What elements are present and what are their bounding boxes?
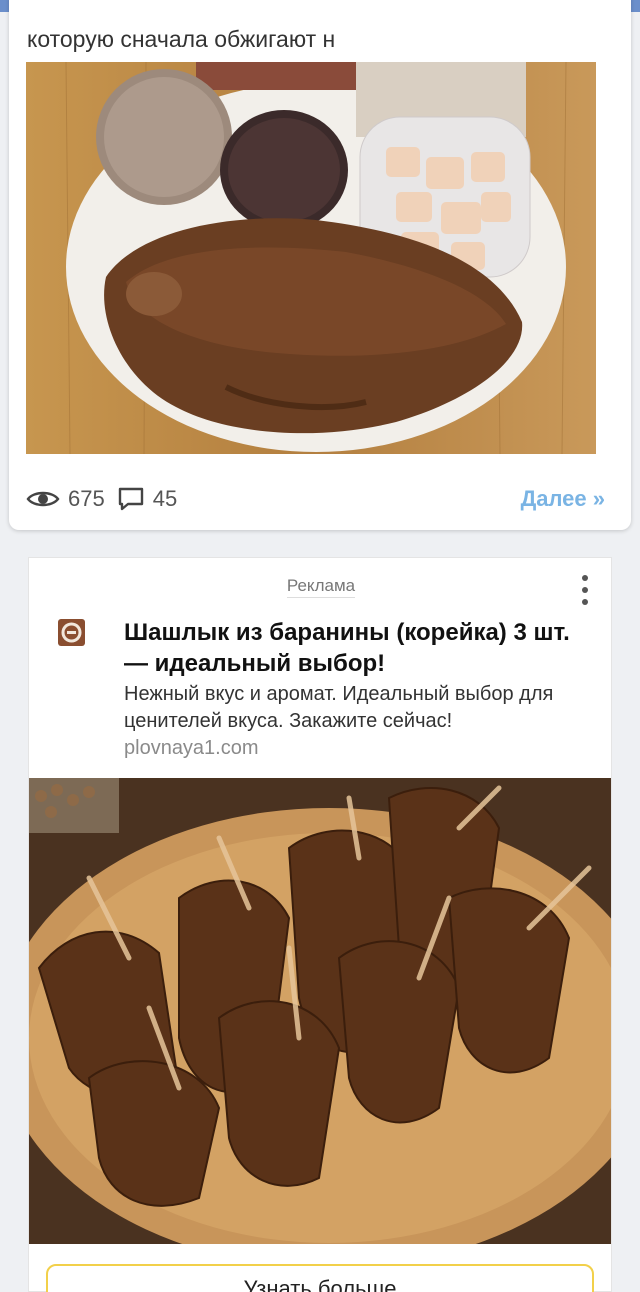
ad-description: Нежный вкус и аромат. Идеальный выбор дл… <box>124 683 554 732</box>
post-text: которую сначала обжигают н <box>27 26 336 52</box>
more-vert-icon[interactable] <box>573 572 597 608</box>
read-more-link[interactable]: Далее » <box>521 486 605 512</box>
post-image[interactable] <box>26 62 596 454</box>
comment-icon <box>118 487 143 511</box>
ad-label: Реклама <box>29 576 613 598</box>
learn-more-button[interactable]: Узнать больше <box>46 1264 594 1292</box>
views-stat: 675 <box>26 486 105 512</box>
comments-stat[interactable]: 45 <box>117 486 177 512</box>
comments-count: 45 <box>152 486 178 511</box>
post-stats: 675 45 <box>26 484 189 514</box>
views-count: 675 <box>68 486 105 511</box>
eye-icon <box>26 491 60 507</box>
ad-domain[interactable]: plovnaya1.com <box>124 737 259 760</box>
ad-title[interactable]: Шашлык из баранины (корейка) 3 шт. — иде… <box>124 617 574 679</box>
ad-image[interactable] <box>29 778 611 1244</box>
brand-logo-icon <box>58 619 85 646</box>
